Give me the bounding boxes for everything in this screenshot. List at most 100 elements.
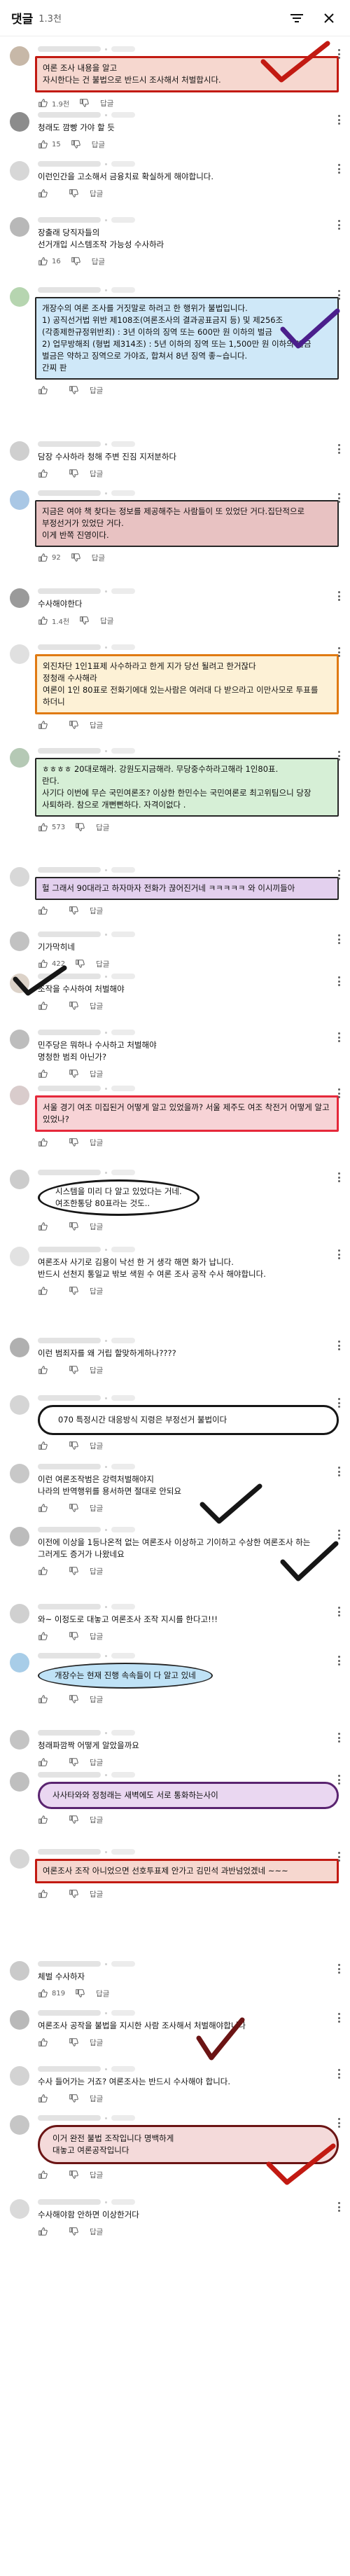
- like-button[interactable]: [38, 1221, 48, 1231]
- reply-button[interactable]: 답글: [90, 2093, 103, 2104]
- dislike-button[interactable]: [69, 2093, 78, 2103]
- author-handle[interactable]: [38, 974, 101, 979]
- dislike-button[interactable]: [79, 616, 89, 625]
- author-handle[interactable]: [38, 287, 101, 293]
- more-options-icon[interactable]: [335, 1731, 343, 1744]
- author-handle[interactable]: [38, 932, 101, 937]
- more-options-icon[interactable]: [335, 1339, 343, 1352]
- like-button[interactable]: [38, 469, 48, 478]
- avatar[interactable]: [10, 1527, 29, 1546]
- reply-button[interactable]: 답글: [90, 2227, 103, 2237]
- reply-button[interactable]: 답글: [96, 1988, 109, 1999]
- dislike-button[interactable]: [69, 1815, 78, 1824]
- author-handle[interactable]: [38, 1653, 101, 1659]
- dislike-button[interactable]: [71, 139, 80, 149]
- more-options-icon[interactable]: [335, 1465, 343, 1478]
- like-button[interactable]: [38, 1566, 48, 1576]
- author-handle[interactable]: [38, 46, 101, 52]
- avatar[interactable]: [10, 2199, 29, 2219]
- like-button[interactable]: [38, 553, 48, 562]
- avatar[interactable]: [10, 1086, 29, 1105]
- reply-button[interactable]: 답글: [90, 1815, 103, 1825]
- more-options-icon[interactable]: [335, 590, 343, 602]
- like-button[interactable]: [38, 1815, 48, 1824]
- dislike-button[interactable]: [69, 1441, 78, 1450]
- more-options-icon[interactable]: [335, 933, 343, 946]
- dislike-button[interactable]: [69, 1137, 78, 1147]
- dislike-button[interactable]: [69, 1221, 78, 1231]
- reply-button[interactable]: 답글: [90, 188, 103, 199]
- more-options-icon[interactable]: [335, 868, 343, 881]
- avatar[interactable]: [10, 1772, 29, 1792]
- like-button[interactable]: [38, 822, 48, 832]
- like-button[interactable]: [38, 1001, 48, 1011]
- dislike-button[interactable]: [75, 822, 85, 832]
- reply-button[interactable]: 답글: [90, 469, 103, 479]
- avatar[interactable]: [10, 112, 29, 132]
- author-handle[interactable]: [38, 217, 101, 223]
- author-handle[interactable]: [38, 2066, 101, 2072]
- reply-button[interactable]: 답글: [90, 1365, 103, 1376]
- more-options-icon[interactable]: [335, 1248, 343, 1261]
- like-button[interactable]: [38, 1988, 48, 1998]
- dislike-button[interactable]: [75, 1988, 85, 1998]
- author-handle[interactable]: [38, 1772, 101, 1778]
- avatar[interactable]: [10, 644, 29, 664]
- like-button[interactable]: [38, 2093, 48, 2103]
- like-button[interactable]: [38, 385, 48, 395]
- avatar[interactable]: [10, 490, 29, 510]
- like-button[interactable]: [38, 1365, 48, 1375]
- more-options-icon[interactable]: [335, 1773, 343, 1786]
- reply-button[interactable]: 답글: [92, 256, 105, 267]
- more-options-icon[interactable]: [335, 1397, 343, 1409]
- avatar[interactable]: [10, 1395, 29, 1415]
- dislike-button[interactable]: [69, 1503, 78, 1513]
- author-handle[interactable]: [38, 1030, 101, 1035]
- dislike-button[interactable]: [69, 188, 78, 198]
- more-options-icon[interactable]: [335, 443, 343, 455]
- author-handle[interactable]: [38, 1395, 101, 1401]
- like-button[interactable]: [38, 1503, 48, 1513]
- dislike-button[interactable]: [71, 553, 80, 562]
- like-button[interactable]: [38, 1694, 48, 1704]
- dislike-button[interactable]: [69, 1694, 78, 1704]
- avatar[interactable]: [10, 287, 29, 307]
- author-handle[interactable]: [38, 1849, 101, 1855]
- avatar[interactable]: [10, 974, 29, 993]
- more-options-icon[interactable]: [335, 1087, 343, 1100]
- author-handle[interactable]: [38, 748, 101, 754]
- reply-button[interactable]: 답글: [90, 1137, 103, 1148]
- more-options-icon[interactable]: [335, 1605, 343, 1618]
- dislike-button[interactable]: [69, 385, 78, 395]
- more-options-icon[interactable]: [335, 1962, 343, 1975]
- reply-button[interactable]: 답글: [90, 1286, 103, 1296]
- like-button[interactable]: [38, 1137, 48, 1147]
- avatar[interactable]: [10, 441, 29, 461]
- more-options-icon[interactable]: [335, 646, 343, 658]
- reply-button[interactable]: 답글: [92, 553, 105, 563]
- like-button[interactable]: [38, 1631, 48, 1641]
- dislike-button[interactable]: [69, 906, 78, 915]
- avatar[interactable]: [10, 1338, 29, 1357]
- like-button[interactable]: [38, 720, 48, 730]
- more-options-icon[interactable]: [335, 289, 343, 301]
- reply-button[interactable]: 답글: [90, 1441, 103, 1451]
- author-handle[interactable]: [38, 2199, 101, 2205]
- more-options-icon[interactable]: [335, 1528, 343, 1541]
- more-options-icon[interactable]: [335, 113, 343, 126]
- avatar[interactable]: [10, 1464, 29, 1483]
- like-button[interactable]: [38, 1069, 48, 1079]
- author-handle[interactable]: [38, 2010, 101, 2016]
- more-options-icon[interactable]: [335, 749, 343, 762]
- like-button[interactable]: [38, 188, 48, 198]
- more-options-icon[interactable]: [335, 2011, 343, 2024]
- more-options-icon[interactable]: [335, 2117, 343, 2129]
- reply-button[interactable]: 답글: [96, 822, 109, 833]
- more-options-icon[interactable]: [335, 1654, 343, 1667]
- author-handle[interactable]: [38, 588, 101, 594]
- avatar[interactable]: [10, 1604, 29, 1623]
- avatar[interactable]: [10, 1961, 29, 1981]
- dislike-button[interactable]: [69, 1286, 78, 1296]
- more-options-icon[interactable]: [335, 162, 343, 175]
- reply-button[interactable]: 답글: [90, 1889, 103, 1899]
